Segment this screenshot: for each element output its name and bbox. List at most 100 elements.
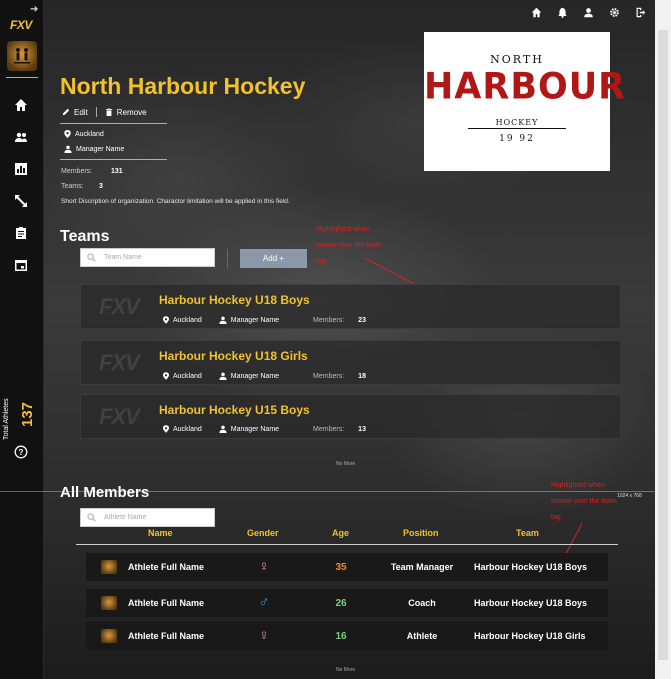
athlete-position: Coach: [408, 598, 436, 608]
avatar: [101, 596, 117, 610]
search-icon: [87, 253, 96, 262]
teams-annotation-line-2: mouse over the team: [316, 242, 382, 249]
sidebar-divider: [6, 77, 38, 78]
team-members-value: 18: [358, 372, 366, 380]
bar-chart-icon[interactable]: [14, 162, 30, 178]
gear-icon[interactable]: [609, 5, 621, 17]
column-header-gender[interactable]: Gender: [247, 528, 279, 538]
team-name: Harbour Hockey U15 Boys: [159, 403, 310, 417]
table-row[interactable]: Athlete Full Name ♀ 35 Team Manager Harb…: [86, 553, 608, 581]
add-team-button[interactable]: Add +: [240, 249, 307, 268]
team-card[interactable]: FXV Harbour Hockey U18 Boys Auckland Man…: [80, 284, 621, 329]
table-row[interactable]: Athlete Full Name ♀ 16 Athlete Harbour H…: [86, 622, 608, 650]
athlete-position: Team Manager: [390, 562, 454, 572]
top-toolbar: [531, 5, 647, 18]
teams-annotation-line-1: Highlighted when: [316, 226, 370, 233]
scrollbar-track[interactable]: [658, 30, 668, 660]
team-name: Harbour Hockey U18 Girls: [159, 349, 308, 363]
teams-stat-value: 3: [99, 183, 103, 190]
org-manager: Manager Name: [64, 145, 124, 153]
female-icon: ♀: [258, 627, 270, 644]
column-header-age[interactable]: Age: [332, 528, 349, 538]
athlete-search-placeholder: Athlete Name: [104, 514, 147, 521]
table-row[interactable]: Athlete Full Name ♂ 26 Coach Harbour Hoc…: [86, 589, 608, 617]
home-icon[interactable]: [14, 98, 30, 114]
teams-heading: Teams: [60, 228, 110, 245]
bell-icon[interactable]: [557, 5, 569, 18]
org-location: Auckland: [64, 130, 104, 138]
person-icon: [219, 372, 227, 380]
team-members-label: Members:: [313, 316, 345, 324]
team-members-label: Members:: [313, 425, 345, 433]
athlete-name: Athlete Full Name: [128, 631, 205, 641]
collapse-arrow-icon[interactable]: ➔: [30, 4, 38, 15]
athlete-team: Harbour Hockey U18 Boys: [474, 562, 588, 572]
location-pin-icon: [64, 130, 71, 138]
members-stat-value: 131: [111, 168, 123, 175]
sidebar: ➔ FXV Total Athletes 137 ?: [0, 0, 44, 679]
column-header-name[interactable]: Name: [148, 528, 173, 538]
org-logo: NORTH HARBOUR HOCKEY 19 92: [424, 32, 625, 171]
location-pin-icon: [163, 425, 169, 433]
players-silhouette-icon: [14, 48, 30, 64]
home-icon[interactable]: [531, 5, 543, 18]
team-watermark-logo: FXV: [99, 403, 140, 429]
help-icon[interactable]: ?: [14, 445, 30, 461]
members-annotation-line-2: mouse over the team: [551, 498, 617, 505]
org-logo-rule: [468, 128, 566, 129]
team-manager-text: Manager Name: [230, 425, 280, 433]
female-icon: ♀: [258, 558, 270, 575]
team-watermark-logo: FXV: [99, 349, 140, 375]
person-icon: [64, 145, 72, 153]
athlete-search-input[interactable]: Athlete Name: [80, 508, 215, 527]
team-watermark-logo: FXV: [99, 293, 140, 319]
members-stat: Members: 131: [61, 168, 123, 175]
members-annotation-arrow: [565, 523, 583, 554]
team-location-text: Auckland: [173, 425, 202, 433]
team-location: Auckland: [163, 316, 202, 324]
athlete-team: Harbour Hockey U18 Girls: [474, 631, 586, 641]
team-manager-text: Manager Name: [230, 372, 280, 380]
people-icon[interactable]: [14, 130, 30, 146]
header-divider: [60, 123, 167, 124]
team-search-input[interactable]: Team Name: [80, 248, 215, 267]
team-members-value: 23: [358, 316, 366, 324]
scrollbar[interactable]: [655, 0, 671, 679]
team-location-text: Auckland: [173, 372, 202, 380]
search-separator: [227, 249, 228, 269]
total-athletes-label: Total Athletes: [3, 398, 10, 440]
team-card[interactable]: FXV Harbour Hockey U18 Girls Auckland Ma…: [80, 340, 621, 385]
org-logo-line-4: 19 92: [499, 134, 535, 144]
avatar: [101, 629, 117, 643]
user-icon[interactable]: [583, 5, 595, 18]
team-location: Auckland: [163, 372, 202, 380]
edit-label: Edit: [74, 107, 88, 117]
org-location-text: Auckland: [75, 130, 104, 138]
calendar-icon[interactable]: [14, 258, 30, 274]
team-card[interactable]: FXV Harbour Hockey U15 Boys Auckland Man…: [80, 394, 621, 439]
column-header-team[interactable]: Team: [516, 528, 539, 538]
page-title: North Harbour Hockey: [60, 73, 306, 99]
team-manager: Manager Name: [219, 316, 279, 324]
avatar: [101, 560, 117, 574]
team-location-text: Auckland: [173, 316, 202, 324]
clipboard-icon[interactable]: [14, 226, 30, 242]
athlete-name: Athlete Full Name: [128, 598, 205, 608]
athlete-name: Athlete Full Name: [128, 562, 205, 572]
logout-icon[interactable]: [635, 5, 647, 18]
edit-button[interactable]: Edit: [62, 108, 88, 117]
expand-icon[interactable]: [14, 194, 30, 210]
org-avatar[interactable]: [7, 41, 37, 71]
app-logo: FXV: [10, 18, 32, 32]
team-members-label: Members:: [313, 372, 345, 380]
teams-no-more: No More: [336, 461, 356, 467]
column-header-position[interactable]: Position: [403, 528, 439, 538]
action-separator: [95, 107, 97, 117]
org-logo-line-3: HOCKEY: [495, 118, 539, 127]
remove-label: Remove: [116, 107, 147, 117]
members-annotation: Highlighted when mouse over the team tag: [551, 478, 617, 526]
remove-button[interactable]: Remove: [105, 108, 147, 117]
team-members-value: 13: [358, 425, 366, 433]
table-header-rule: [76, 544, 618, 545]
location-pin-icon: [163, 372, 169, 380]
